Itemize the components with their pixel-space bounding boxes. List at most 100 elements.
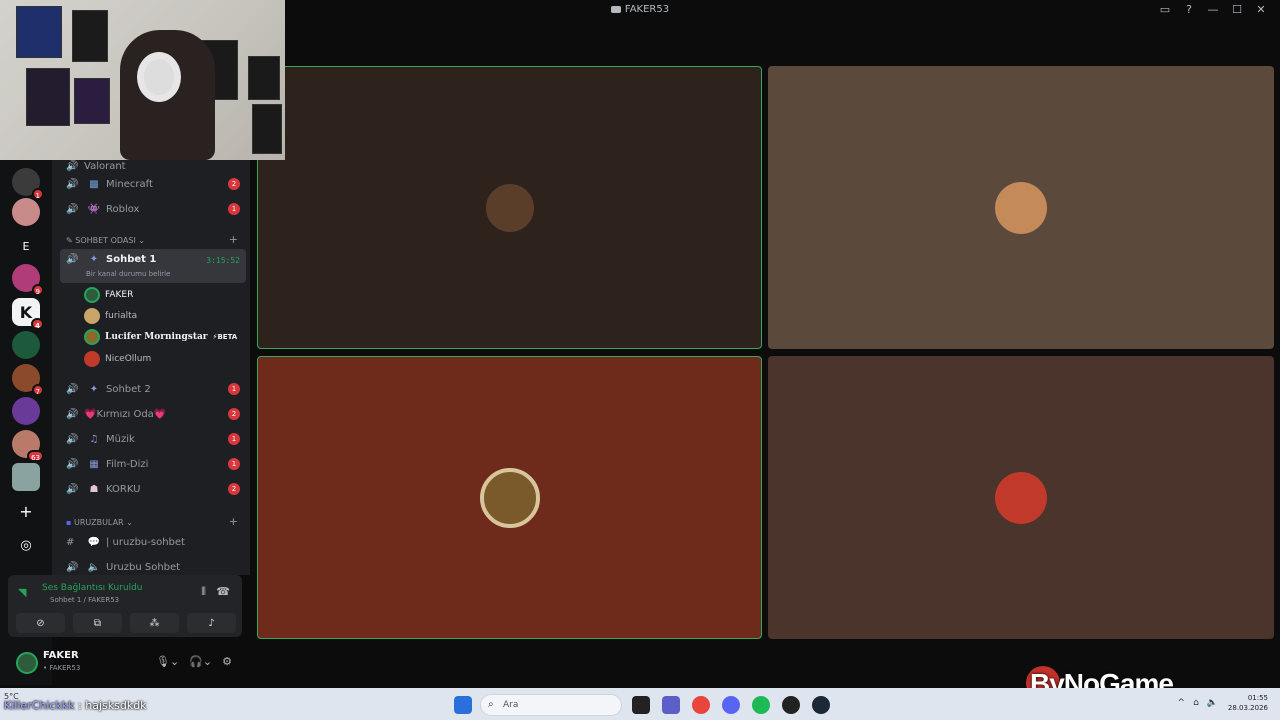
server-icon[interactable] [12,463,40,491]
people-icon: ✦ [89,254,99,265]
soundboard-button[interactable]: ♪ [187,613,236,633]
speaker-icon: 🔊 [66,483,79,495]
teams-icon[interactable] [662,696,680,714]
voice-tile[interactable] [768,66,1274,349]
server-badge: 4 [31,318,44,330]
channel-badge: 2 [228,408,240,420]
channel-badge: 1 [228,433,240,445]
inbox-icon[interactable]: ▭ [1158,3,1172,16]
minimize-button[interactable]: — [1206,3,1220,16]
server-icon[interactable]: K4 [12,298,44,330]
settings-gear-icon[interactable]: ⚙ [222,655,232,668]
spotify-icon[interactable] [752,696,770,714]
member-name: Lucifer Morningstar [105,332,208,342]
user-status: • FAKER53 [43,664,81,672]
category-sohbet-odasi[interactable]: ✎ SOHBET ODASI ⌄ [66,236,145,245]
add-channel-icon[interactable]: + [229,233,238,246]
volume-icon[interactable]: 🔈 [1207,698,1218,708]
voice-channel-sohbet-2[interactable]: 🔊 ✦ Sohbet 2 1 [60,377,246,401]
server-icon[interactable] [12,331,40,359]
screen-share-button[interactable]: ⧉ [73,613,122,633]
activities-button[interactable]: ⁂ [130,613,179,633]
user-avatar[interactable] [16,652,38,674]
voice-channel-muzik[interactable]: 🔊 ♫ Müzik 1 [60,427,246,451]
poster [72,10,108,62]
voice-channel-roblox[interactable]: 🔊 👾 Roblox 1 [60,197,246,221]
clock[interactable]: 01:55 28.03.2026 [1228,693,1268,713]
add-server-icon[interactable]: + [12,497,40,525]
microphone-icon[interactable]: 🎙⌄ [156,655,179,668]
close-button[interactable]: ✕ [1254,3,1268,16]
avatar [84,351,100,367]
voice-tile[interactable] [768,356,1274,639]
taskbar-search[interactable]: ⌕ Ara [480,694,622,716]
channel-list: 🔊 Valorant 🔊 ▩ Minecraft 2 🔊 👾 Roblox 1 ✎ SOHBE… [52,160,250,575]
discover-icon[interactable]: ◎ [12,531,40,559]
help-icon[interactable]: ? [1182,3,1196,16]
speaker-icon: 🔊 [66,254,79,265]
server-icon[interactable] [12,198,40,226]
server-label: E [22,239,30,253]
participant-avatar [995,471,1047,524]
headphone [137,52,181,102]
grass-block-icon: ▩ [89,178,99,190]
add-channel-icon[interactable]: + [229,515,238,528]
voice-status-title[interactable]: Ses Bağlantısı Kuruldu [42,583,142,593]
server-icon[interactable]: 9 [12,264,44,296]
server-icon[interactable] [12,397,40,425]
username[interactable]: FAKER [43,650,79,661]
voice-channel-film-dizi[interactable]: 🔊 ▦ Film-Dizi 1 [60,452,246,476]
channel-badge: 2 [228,483,240,495]
noise-suppression-icon[interactable]: ⦀ [201,585,206,599]
start-windows-icon[interactable] [454,696,472,714]
chat-username: KillerChickkk [4,699,75,712]
server-icon[interactable]: 63 [12,430,44,462]
text-channel-uruzbu-sohbet[interactable]: # 💬 | uruzbu-sohbet [60,530,246,554]
voice-member[interactable]: Lucifer Morningstar ⚡BETA [84,327,237,347]
steam-icon[interactable] [812,696,830,714]
app-icon[interactable] [782,696,800,714]
voice-tile-speaking[interactable] [257,66,762,349]
voice-channel-korku[interactable]: 🔊 ☗ KORKU 2 [60,477,246,501]
voice-channel-kirmizi-oda[interactable]: 🔊 💗Kırmızı Oda💗 2 [60,402,246,426]
category-uruzbular[interactable]: ▪ URUZBULAR ⌄ [66,518,133,527]
chrome-icon[interactable] [692,696,710,714]
camera-off-button[interactable]: ⊘ [16,613,65,633]
speaker-icon: 🔊 [66,383,79,395]
alien-icon: 👾 [87,203,101,215]
maximize-button[interactable]: ☐ [1230,3,1244,16]
headphones-icon[interactable]: 🎧⌄ [189,655,212,668]
voice-member[interactable]: NiceOllum [84,349,151,369]
participant-avatar [995,181,1047,234]
signal-icon: ◥ [18,586,27,599]
server-icon[interactable]: 7 [12,364,44,396]
channel-badge: 2 [228,178,240,190]
user-panel: FAKER • FAKER53 🎙⌄ 🎧⌄ ⚙ [8,645,242,683]
voice-member[interactable]: furialta [84,306,137,326]
channel-status[interactable]: Bir kanal durumu belirle [86,270,170,278]
voice-tile-speaking[interactable] [257,356,762,639]
task-view-icon[interactable] [632,696,650,714]
discord-icon[interactable] [722,696,740,714]
speaker-icon: 🔊 [66,203,79,215]
poster [26,68,70,126]
server-icon[interactable]: E [12,232,40,260]
channel-name: KORKU [106,483,141,495]
streamer-webcam [0,0,285,160]
disconnect-icon[interactable]: ☎ [216,585,230,598]
server-badge: 1 [31,188,44,200]
channel-name: 💗Kırmızı Oda💗 [84,408,167,420]
voice-connection-panel: ◥ Ses Bağlantısı Kuruldu Sohbet 1 / FAKE… [8,575,242,637]
avatar [84,329,100,345]
voice-member[interactable]: FAKER [84,285,133,305]
channel-name: Film-Dizi [106,458,149,470]
voice-channel-uruzbu-sohbet[interactable]: 🔊 🔈 Uruzbu Sohbet [60,555,246,575]
server-badge: 63 [27,450,44,462]
chevron-up-icon[interactable]: ^ [1178,698,1186,708]
server-icon[interactable]: 1 [12,168,44,200]
voice-channel-sohbet-1[interactable]: 🔊 ✦ Sohbet 1 3:15:52 Bir kanal durumu be… [60,249,246,283]
speaker-icon: 🔊 [66,408,79,420]
voice-channel-minecraft[interactable]: 🔊 ▩ Minecraft 2 [60,172,246,196]
network-icon[interactable]: ⌂ [1193,698,1199,708]
voice-status-subtitle[interactable]: Sohbet 1 / FAKER53 [50,596,119,604]
